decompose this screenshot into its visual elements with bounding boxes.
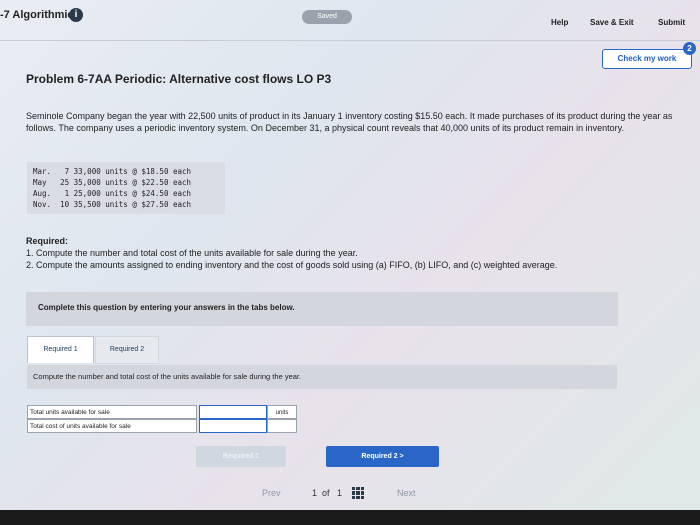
required-section: Required: 1. Compute the number and tota… [26,235,676,271]
cost-unit-cell [267,419,297,433]
app-title: -7 Algorithmic [0,9,74,21]
purchase-row: May 25 35,000 units @ $22.50 each [33,178,192,187]
header-divider [0,40,700,41]
help-link[interactable]: Help [551,18,568,27]
save-exit-link[interactable]: Save & Exit [590,18,634,27]
check-count-badge: 2 [683,42,696,55]
required-item-1: 1. Compute the number and total cost of … [26,248,358,258]
complete-prompt: Complete this question by entering your … [38,303,295,312]
tab-required-2[interactable]: Required 2 [95,336,159,364]
total-units-input[interactable] [199,405,267,419]
page-total: 1 [337,488,343,498]
problem-title: Problem 6-7AA Periodic: Alternative cost… [26,72,332,86]
problem-intro: Seminole Company began the year with 22,… [26,111,673,133]
required-heading: Required: [26,236,69,246]
prev-required-button[interactable]: Required 1 [196,446,286,467]
total-cost-input[interactable] [199,419,267,433]
table-row: Total cost of units available for sale [27,419,297,433]
complete-prompt-bar: Complete this question by entering your … [26,292,618,326]
saved-status: Saved [302,10,352,24]
top-bar: -7 Algorithmic i Saved Help Save & Exit … [0,0,700,40]
units-label: units [267,405,297,419]
page-current: 1 [312,488,318,498]
grid-icon[interactable] [352,487,364,499]
purchase-row: Aug. 1 25,000 units @ $24.50 each [33,189,192,198]
table-row: Total units available for sale units [27,405,297,419]
total-cost-label: Total cost of units available for sale [27,419,197,433]
next-required-button[interactable]: Required 2 > [326,446,439,467]
purchase-row: Nov. 10 35,500 units @ $27.50 each [33,200,192,209]
next-page-link[interactable]: Next [397,488,416,498]
instruction-text: Compute the number and total cost of the… [33,372,302,381]
submit-link[interactable]: Submit [658,18,685,27]
total-units-label: Total units available for sale [27,405,197,419]
purchase-row: Mar. 7 33,000 units @ $18.50 each [33,167,192,176]
prev-page-link[interactable]: Prev [262,488,281,498]
screen: -7 Algorithmic i Saved Help Save & Exit … [0,0,700,510]
page-of: of [322,488,330,498]
check-my-work-button[interactable]: Check my work [602,49,692,69]
info-icon[interactable]: i [69,8,83,22]
instruction-bar: Compute the number and total cost of the… [27,365,617,389]
required-item-2: 2. Compute the amounts assigned to endin… [26,260,558,270]
tab-required-1[interactable]: Required 1 [27,336,94,363]
purchases-table: Mar. 7 33,000 units @ $18.50 each May 25… [27,162,225,214]
answer-table: Total units available for sale units Tot… [27,405,297,437]
